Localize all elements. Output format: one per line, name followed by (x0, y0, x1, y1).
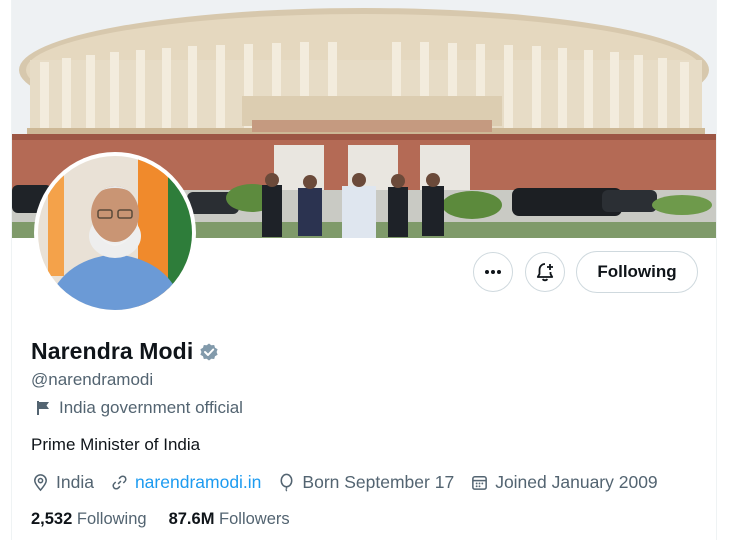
followers-stat[interactable]: 87.6M Followers (169, 510, 290, 529)
affiliation-label[interactable]: India government official (36, 398, 243, 418)
following-button-label: Following (597, 262, 677, 281)
following-count: 2,532 (31, 510, 77, 528)
profile-stats: 2,532 Following 87.6M Followers (31, 510, 312, 529)
profile-page: Following Narendra Modi @narendramodi In… (11, 0, 717, 540)
joined-text: Joined January 2009 (495, 472, 658, 492)
location-pin-icon (34, 474, 47, 492)
followers-count: 87.6M (168, 510, 220, 528)
more-button[interactable] (473, 252, 513, 292)
flag-icon (37, 401, 49, 415)
profile-meta: India narendramodi.in Born September 17 (31, 472, 674, 493)
notifications-button[interactable] (525, 252, 565, 292)
bell-plus-icon (536, 263, 554, 282)
followers-stat-label: Followers (219, 510, 290, 528)
birthday-item: Born September 17 (277, 472, 454, 493)
birthday-text: Born September 17 (302, 472, 455, 492)
profile-handle: @narendramodi (31, 370, 154, 389)
more-horizontal-icon (485, 270, 501, 274)
location-item: India (31, 472, 94, 493)
following-stat[interactable]: 2,532 Following (31, 510, 147, 529)
location-text: India (56, 472, 94, 492)
balloon-icon (280, 473, 293, 492)
website-item[interactable]: narendramodi.in (110, 472, 261, 493)
website-link[interactable]: narendramodi.in (135, 472, 261, 493)
profile-bio: Prime Minister of India (31, 435, 201, 454)
joined-item: Joined January 2009 (470, 472, 658, 493)
calendar-icon (472, 476, 488, 490)
following-stat-label: Following (76, 510, 147, 528)
following-button[interactable]: Following (576, 251, 698, 293)
profile-name-row: Narendra Modi (31, 338, 220, 365)
avatar-image (38, 156, 192, 310)
verified-badge-icon[interactable] (198, 341, 220, 363)
avatar[interactable] (34, 152, 196, 314)
affiliation-label-text: India government official (59, 398, 243, 417)
profile-name: Narendra Modi (31, 338, 194, 364)
link-icon (112, 475, 127, 490)
